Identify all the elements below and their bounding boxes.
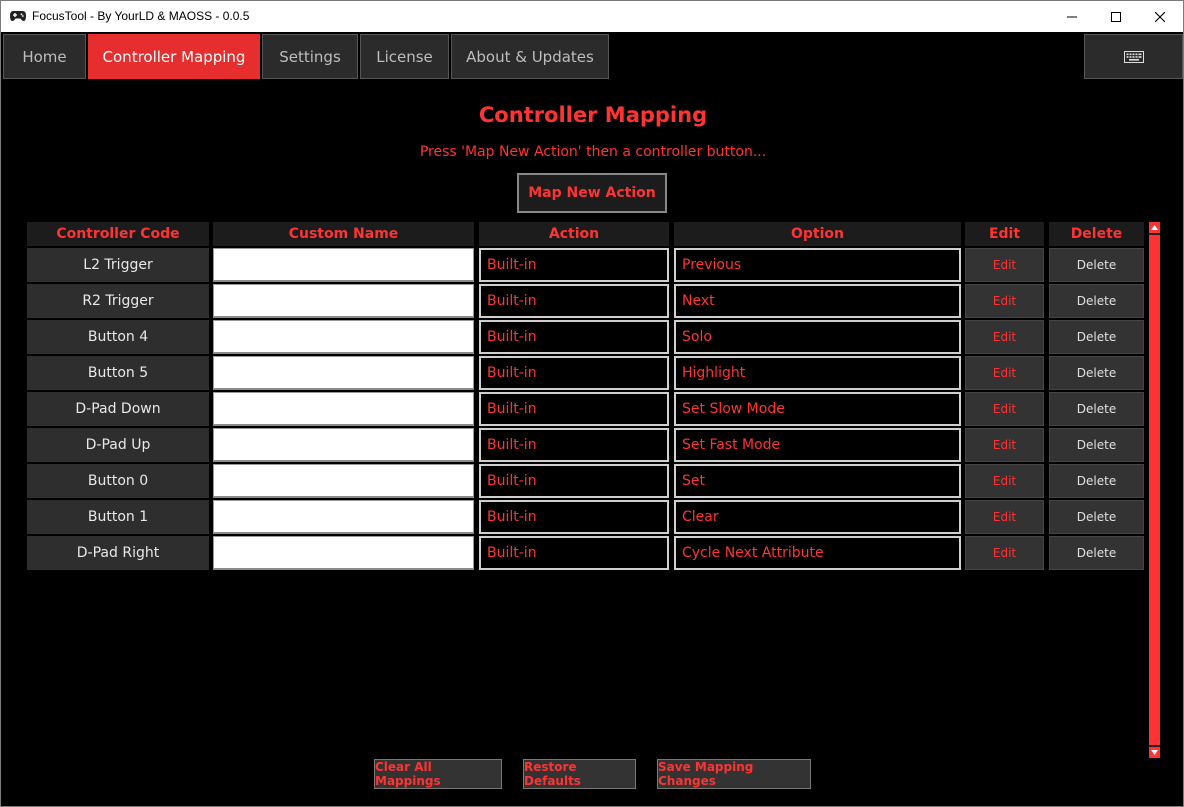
option-field[interactable]: Next <box>674 284 961 318</box>
custom-name-input[interactable] <box>213 536 474 570</box>
maximize-button[interactable] <box>1093 1 1139 32</box>
custom-name-input[interactable] <box>213 392 474 426</box>
arrow-down-icon <box>1151 750 1158 755</box>
scroll-up-button[interactable] <box>1149 222 1160 233</box>
header-option: Option <box>674 222 961 246</box>
clear-all-mappings-button[interactable]: Clear All Mappings <box>374 759 502 789</box>
action-field[interactable]: Built-in <box>479 536 669 570</box>
header-controller-code: Controller Code <box>27 222 209 246</box>
edit-button[interactable]: Edit <box>965 392 1044 426</box>
maximize-icon <box>1111 11 1121 22</box>
action-field[interactable]: Built-in <box>479 356 669 390</box>
delete-button[interactable]: Delete <box>1049 248 1144 282</box>
delete-button[interactable]: Delete <box>1049 536 1144 570</box>
action-field[interactable]: Built-in <box>479 428 669 462</box>
save-mapping-changes-button[interactable]: Save Mapping Changes <box>657 759 811 789</box>
option-field[interactable]: Clear <box>674 500 961 534</box>
header-delete: Delete <box>1049 222 1144 246</box>
delete-button[interactable]: Delete <box>1049 428 1144 462</box>
gamepad-icon <box>10 11 26 21</box>
title-bar: FocusTool - By YourLD & MAOSS - 0.0.5 <box>1 1 1183 32</box>
action-field[interactable]: Built-in <box>479 284 669 318</box>
minimize-button[interactable] <box>1049 1 1095 32</box>
tab-bar: Home Controller Mapping Settings License… <box>1 32 1183 79</box>
delete-button[interactable]: Delete <box>1049 392 1144 426</box>
action-field[interactable]: Built-in <box>479 500 669 534</box>
edit-button[interactable]: Edit <box>965 464 1044 498</box>
app-window: FocusTool - By YourLD & MAOSS - 0.0.5 Ho… <box>0 0 1184 807</box>
close-button[interactable] <box>1137 1 1183 32</box>
page-title: Controller Mapping <box>478 103 708 127</box>
delete-button[interactable]: Delete <box>1049 464 1144 498</box>
tab-controller-mapping[interactable]: Controller Mapping <box>88 34 260 79</box>
custom-name-input[interactable] <box>213 320 474 354</box>
custom-name-input[interactable] <box>213 428 474 462</box>
delete-button[interactable]: Delete <box>1049 500 1144 534</box>
edit-button[interactable]: Edit <box>965 320 1044 354</box>
controller-code-cell: R2 Trigger <box>27 284 209 318</box>
option-field[interactable]: Cycle Next Attribute <box>674 536 961 570</box>
window-title: FocusTool - By YourLD & MAOSS - 0.0.5 <box>32 9 250 23</box>
edit-button[interactable]: Edit <box>965 356 1044 390</box>
action-field[interactable]: Built-in <box>479 392 669 426</box>
option-field[interactable]: Highlight <box>674 356 961 390</box>
close-icon <box>1155 11 1165 22</box>
edit-button[interactable]: Edit <box>965 536 1044 570</box>
option-field[interactable]: Solo <box>674 320 961 354</box>
header-custom-name: Custom Name <box>213 222 474 246</box>
controller-mapping-panel: Controller Mapping Press 'Map New Action… <box>3 79 1183 806</box>
page-subtitle: Press 'Map New Action' then a controller… <box>419 144 767 160</box>
header-action: Action <box>479 222 669 246</box>
keyboard-icon <box>1123 50 1144 63</box>
restore-defaults-button[interactable]: Restore Defaults <box>523 759 636 789</box>
option-field[interactable]: Previous <box>674 248 961 282</box>
controller-code-cell: Button 1 <box>27 500 209 534</box>
edit-button[interactable]: Edit <box>965 428 1044 462</box>
custom-name-input[interactable] <box>213 356 474 390</box>
tab-about-updates[interactable]: About & Updates <box>451 34 609 79</box>
option-field[interactable]: Set <box>674 464 961 498</box>
action-field[interactable]: Built-in <box>479 248 669 282</box>
action-field[interactable]: Built-in <box>479 320 669 354</box>
controller-code-cell: Button 0 <box>27 464 209 498</box>
minimize-icon <box>1067 16 1077 17</box>
tab-license[interactable]: License <box>360 34 449 79</box>
custom-name-input[interactable] <box>213 248 474 282</box>
action-field[interactable]: Built-in <box>479 464 669 498</box>
controller-code-cell: Button 5 <box>27 356 209 390</box>
tab-home[interactable]: Home <box>3 34 86 79</box>
custom-name-input[interactable] <box>213 500 474 534</box>
controller-code-cell: D-Pad Up <box>27 428 209 462</box>
keyboard-button[interactable] <box>1084 34 1183 79</box>
controller-code-cell: D-Pad Down <box>27 392 209 426</box>
option-field[interactable]: Set Slow Mode <box>674 392 961 426</box>
header-edit: Edit <box>965 222 1044 246</box>
vertical-scrollbar[interactable] <box>1149 222 1160 758</box>
controller-code-cell: D-Pad Right <box>27 536 209 570</box>
delete-button[interactable]: Delete <box>1049 356 1144 390</box>
controller-code-cell: L2 Trigger <box>27 248 209 282</box>
scrollbar-thumb[interactable] <box>1149 235 1160 745</box>
custom-name-input[interactable] <box>213 284 474 318</box>
scroll-down-button[interactable] <box>1149 747 1160 758</box>
edit-button[interactable]: Edit <box>965 500 1044 534</box>
edit-button[interactable]: Edit <box>965 284 1044 318</box>
delete-button[interactable]: Delete <box>1049 284 1144 318</box>
tab-settings[interactable]: Settings <box>262 34 358 79</box>
custom-name-input[interactable] <box>213 464 474 498</box>
option-field[interactable]: Set Fast Mode <box>674 428 961 462</box>
edit-button[interactable]: Edit <box>965 248 1044 282</box>
map-new-action-button[interactable]: Map New Action <box>517 173 667 213</box>
controller-code-cell: Button 4 <box>27 320 209 354</box>
arrow-up-icon <box>1151 225 1158 230</box>
delete-button[interactable]: Delete <box>1049 320 1144 354</box>
